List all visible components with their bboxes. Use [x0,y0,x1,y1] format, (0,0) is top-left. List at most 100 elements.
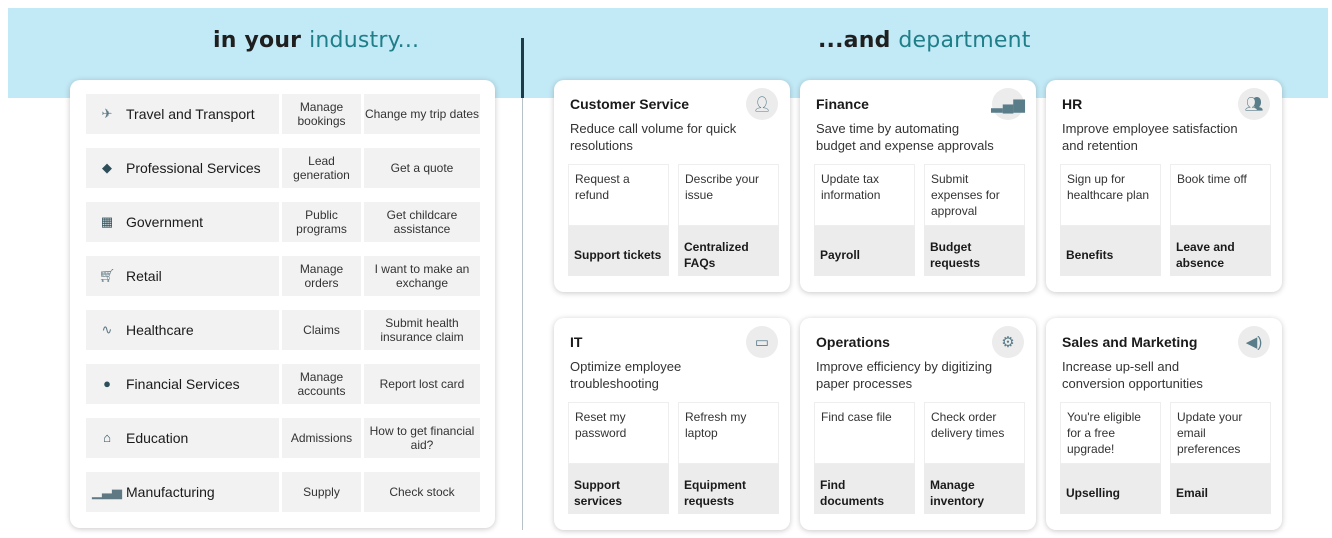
tile-example: Sign up for healthcare plan [1060,164,1161,226]
industry-name: Healthcare [126,322,194,338]
industry-use-case: Claims [282,310,361,350]
tile-label: Support services [568,464,669,514]
tile-example: Describe your issue [678,164,779,226]
tile-example: Submit expenses for approval [924,164,1025,226]
dept-description: Reduce call volume for quick resolutions [570,121,737,153]
tile-label: Equipment requests [678,464,779,514]
graduation-cap-icon: ⌂ [103,430,111,445]
industry-use-case: Public programs [282,202,361,242]
industry-panel: ✈ Travel and Transport Manage bookings Ch… [70,80,495,528]
industry-use-case: Get childcare assistance [364,202,480,242]
industry-use-case: How to get financial aid? [364,418,480,458]
dept-tile[interactable]: You're eligible for a free upgrade! Upse… [1060,402,1161,514]
government-building-icon: ▦ [100,214,114,229]
dept-description: Save time by automating budget and expen… [816,121,994,153]
tile-example: Reset my password [568,402,669,464]
industry-name: Travel and Transport [126,106,255,122]
industry-row-financial-services[interactable]: ● Financial Services Manage accounts Repo… [86,364,480,404]
dept-card-sales-marketing[interactable]: Sales and Marketing ◀) Increase up-sell … [1046,318,1282,530]
dept-card-it[interactable]: IT ▭ Optimize employee troubleshooting R… [554,318,790,530]
dept-title: Finance [816,96,869,112]
tile-label: Find documents [814,464,915,514]
airplane-icon: ✈ [101,106,113,121]
dept-tile[interactable]: Check order delivery times Manage invent… [924,402,1025,514]
industry-heading-prefix: in your [213,28,302,53]
industry-row-government[interactable]: ▦ Government Public programs Get childcar… [86,202,480,242]
section-divider [521,38,524,98]
industry-name: Financial Services [126,376,240,392]
dept-description: Improve employee satisfaction and retent… [1062,121,1238,153]
industry-use-case: Report lost card [364,364,480,404]
tile-example: Book time off [1170,164,1271,226]
industry-row-healthcare[interactable]: ∿ Healthcare Claims Submit health insuran… [86,310,480,350]
dept-tile[interactable]: Reset my password Support services [568,402,669,514]
stethoscope-icon: ∿ [101,322,113,337]
industry-name: Government [126,214,204,230]
industry-row-manufacturing[interactable]: ▁▃▅ Manufacturing Supply Check stock [86,472,480,512]
industry-use-case: Lead generation [282,148,361,188]
laptop-icon: ▭ [746,326,778,358]
industry-use-case: Submit health insurance claim [364,310,480,350]
industry-use-case: Supply [282,472,361,512]
dept-card-customer-service[interactable]: Customer Service 👤︎ Reduce call volume f… [554,80,790,292]
dept-tile[interactable]: Sign up for healthcare plan Benefits [1060,164,1161,276]
industry-row-education[interactable]: ⌂ Education Admissions How to get financi… [86,418,480,458]
industry-heading-accent: industry... [309,28,420,53]
dept-title: HR [1062,96,1083,112]
industry-use-case: Get a quote [364,148,480,188]
tile-example: Update your email preferences [1170,402,1271,464]
industry-use-case: I want to make an exchange [364,256,480,296]
dept-card-hr[interactable]: HR 👥︎ Improve employee satisfaction and … [1046,80,1282,292]
industry-name: Retail [126,268,162,284]
department-heading-accent: department [898,28,1031,53]
tile-label: Leave and absence [1170,226,1271,276]
shopping-cart-icon: 🛒︎ [98,268,116,283]
department-heading: ...and department [818,28,1031,53]
person-icon: 👤︎ [746,88,778,120]
dept-tile[interactable]: Find case file Find documents [814,402,915,514]
dept-title: Sales and Marketing [1062,334,1198,350]
industry-use-case: Manage bookings [282,94,361,134]
industry-use-case: Manage orders [282,256,361,296]
tile-example: Check order delivery times [924,402,1025,464]
industry-use-case: Admissions [282,418,361,458]
industry-use-case: Manage accounts [282,364,361,404]
industry-name: Professional Services [126,160,261,176]
industry-name: Manufacturing [126,484,215,500]
industry-row-travel[interactable]: ✈ Travel and Transport Manage bookings Ch… [86,94,480,134]
dept-tile[interactable]: Submit expenses for approval Budget requ… [924,164,1025,276]
gears-icon: ⚙ [992,326,1024,358]
dept-tile[interactable]: Describe your issue Centralized FAQs [678,164,779,276]
industry-row-professional-services[interactable]: ◆ Professional Services Lead generation G… [86,148,480,188]
industry-use-case: Check stock [364,472,480,512]
dept-tile[interactable]: Update tax information Payroll [814,164,915,276]
tile-label: Payroll [814,226,915,276]
people-icon: 👥︎ [1238,88,1270,120]
tile-example: Update tax information [814,164,915,226]
tile-label: Manage inventory [924,464,1025,514]
tile-example: Refresh my laptop [678,402,779,464]
dept-title: Operations [816,334,890,350]
bar-chart-icon: ▂▄▆ [991,88,1025,120]
department-heading-prefix: ...and [818,28,891,53]
megaphone-icon: ◀) [1238,326,1270,358]
tile-example: Find case file [814,402,915,464]
dept-description: Increase up-sell and conversion opportun… [1062,359,1203,391]
tile-label: Upselling [1060,464,1161,514]
tile-label: Benefits [1060,226,1161,276]
dept-card-finance[interactable]: Finance ▂▄▆ Save time by automating budg… [800,80,1036,292]
dept-tile[interactable]: Request a refund Support tickets [568,164,669,276]
dept-tile[interactable]: Update your email preferences Email [1170,402,1271,514]
dept-title: IT [570,334,583,350]
dept-card-operations[interactable]: Operations ⚙ Improve efficiency by digit… [800,318,1036,530]
dept-description: Optimize employee troubleshooting [570,359,682,391]
money-icon: ● [103,376,111,391]
industry-row-retail[interactable]: 🛒︎ Retail Manage orders I want to make an… [86,256,480,296]
dept-title: Customer Service [570,96,690,112]
section-divider-line [522,98,523,530]
tile-label: Budget requests [924,226,1025,276]
dept-tile[interactable]: Book time off Leave and absence [1170,164,1271,276]
dept-tile[interactable]: Refresh my laptop Equipment requests [678,402,779,514]
industry-use-case: Change my trip dates [364,94,480,134]
tile-label: Centralized FAQs [678,226,779,276]
